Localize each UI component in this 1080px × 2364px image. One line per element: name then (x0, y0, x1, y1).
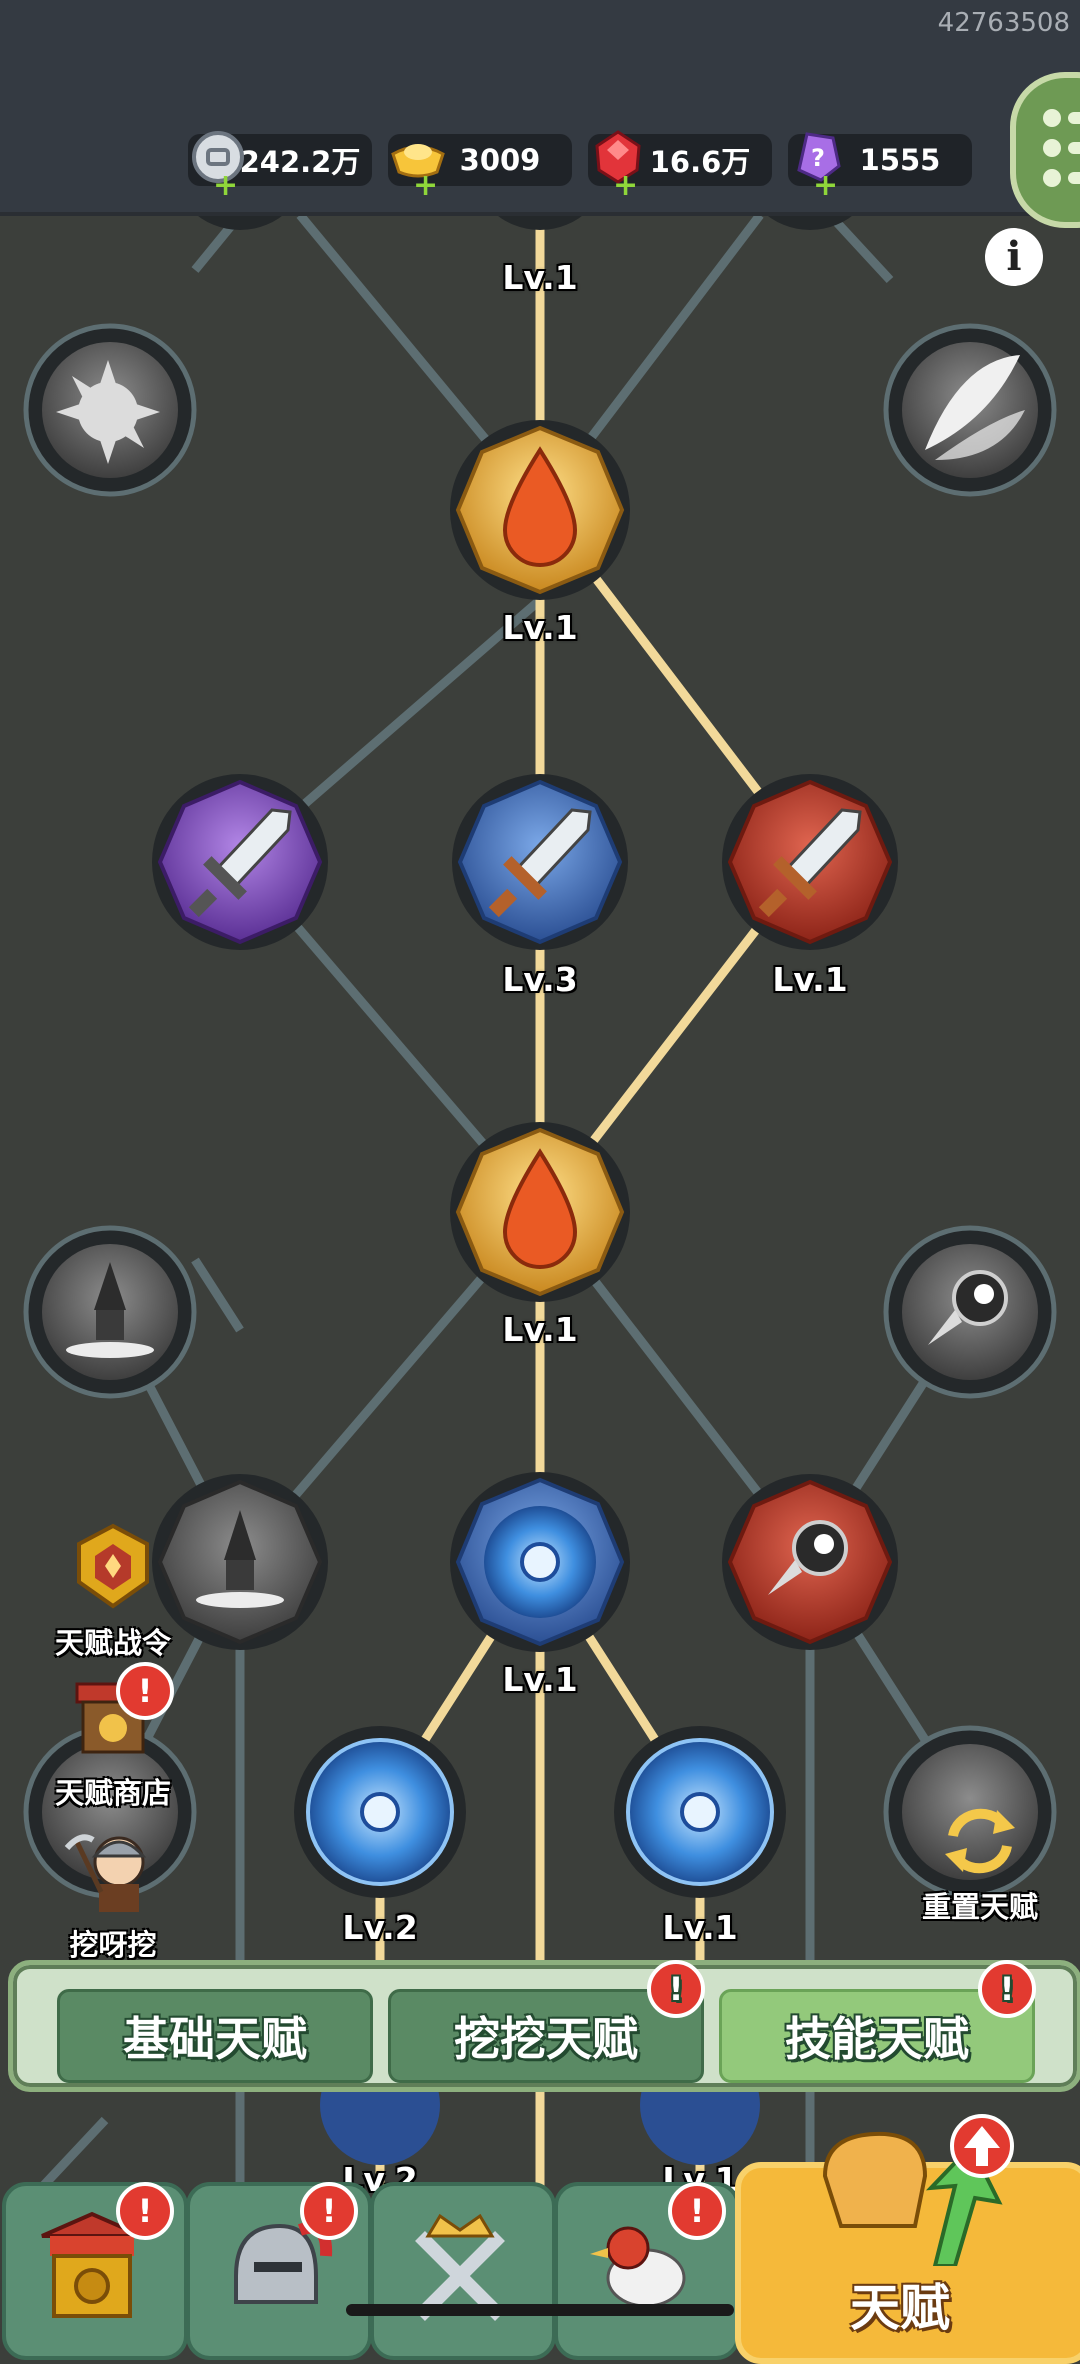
node-level-label: Lv.1 (502, 1660, 578, 1699)
tree-node-yin-yang-left[interactable] (294, 1726, 466, 1898)
tree-node-fire-drop-2[interactable] (450, 1122, 630, 1302)
tab-label: 挖挖天赋 (454, 2012, 638, 2066)
tree-node-fire-drop-1[interactable] (450, 420, 630, 600)
add-silver-icon[interactable]: + (213, 171, 238, 201)
top-bar: 42763508 242.2万 + 3009 + 16.6万 + 1555 ? … (0, 0, 1080, 228)
node-level-label: Lv.1 (772, 960, 848, 999)
currency-value: 1555 (859, 143, 941, 177)
arrow-up-icon (964, 2126, 1000, 2166)
tree-node-feather-blade[interactable] (883, 323, 1057, 497)
add-purple-crystal-icon[interactable]: + (813, 171, 838, 201)
tree-node-dash-orb-1[interactable] (883, 1225, 1057, 1399)
menu-button[interactable] (1010, 72, 1080, 228)
node-level-label: Lv.3 (502, 960, 578, 999)
info-button[interactable]: i (985, 228, 1043, 286)
yin-yang-icon (520, 1542, 560, 1582)
node-level-label: Lv.1 (502, 258, 578, 297)
home-indicator[interactable] (346, 2304, 734, 2316)
nav-pets[interactable]: ! (554, 2182, 740, 2360)
talent-shop-label: 天赋商店 (54, 1776, 171, 1810)
yin-yang-icon (360, 1792, 400, 1832)
currency-value: 3009 (459, 143, 541, 177)
nav-battle[interactable] (370, 2182, 556, 2360)
notification-badge: ! (116, 2182, 174, 2240)
node-level-label: Lv.1 (502, 608, 578, 647)
tree-node-red-sword[interactable] (722, 774, 898, 950)
dig-button[interactable]: 挖呀挖 (38, 1822, 188, 1964)
tab-label: 基础天赋 (123, 2012, 307, 2066)
add-gold-icon[interactable]: + (413, 171, 438, 201)
nav-talent-label: 天赋 (850, 2279, 950, 2337)
tree-node-dash-orb-2[interactable] (722, 1474, 898, 1650)
upgrade-arrow-badge (950, 2114, 1014, 2178)
tab-dig-talent[interactable]: 挖挖天赋 ! (388, 1960, 705, 2083)
talent-pass-button[interactable]: 天赋战令 (38, 1520, 188, 1662)
nav-equipment[interactable]: ! (186, 2182, 372, 2360)
notification-badge: ! (978, 1960, 1036, 2018)
currency-value: 16.6万 (649, 145, 751, 179)
reset-arrows-icon (945, 1808, 1015, 1874)
tree-node-blue-sword[interactable] (452, 774, 628, 950)
talent-pass-label: 天赋战令 (54, 1626, 171, 1660)
tab-skill-talent[interactable]: 技能天赋 ! (719, 1960, 1036, 2083)
talent-pass-icon (77, 1523, 149, 1609)
talent-shop-button[interactable]: 天赋商店 ! (38, 1662, 188, 1812)
node-level-label: Lv.1 (502, 1310, 578, 1349)
grid-menu-icon (1043, 109, 1080, 187)
notification-badge: ! (116, 1662, 174, 1720)
reset-talent-button[interactable]: 重置天赋 (905, 1800, 1055, 1926)
nav-shop[interactable]: ! (2, 2182, 188, 2360)
node-level-label: Lv.2 (342, 1908, 418, 1947)
notification-badge: ! (647, 1960, 705, 2018)
reset-talent-label: 重置天赋 (921, 1890, 1038, 1924)
dig-label: 挖呀挖 (69, 1928, 157, 1962)
talent-tab-bar: 基础天赋 挖挖天赋 ! 技能天赋 ! (8, 1960, 1080, 2092)
tab-basic-talent[interactable]: 基础天赋 (57, 1989, 373, 2083)
yin-yang-icon (680, 1792, 720, 1832)
notification-badge: ! (668, 2182, 726, 2240)
tree-node-purple-sword[interactable] (152, 774, 328, 950)
tree-node-ground-spike-1[interactable] (23, 1225, 197, 1399)
node-level-label: Lv.1 (662, 1908, 738, 1947)
user-id: 42763508 (937, 8, 1070, 38)
add-red-gem-icon[interactable]: + (613, 171, 638, 201)
currency-value: 242.2万 (239, 145, 361, 179)
tree-node-yin-yang-main[interactable] (450, 1472, 630, 1652)
tree-node-yin-yang-right[interactable] (614, 1726, 786, 1898)
tab-label: 技能天赋 (785, 2012, 969, 2066)
tree-node-spiked-mace[interactable] (23, 323, 197, 497)
miner-character-icon (64, 1834, 147, 1912)
notification-badge: ! (300, 2182, 358, 2240)
